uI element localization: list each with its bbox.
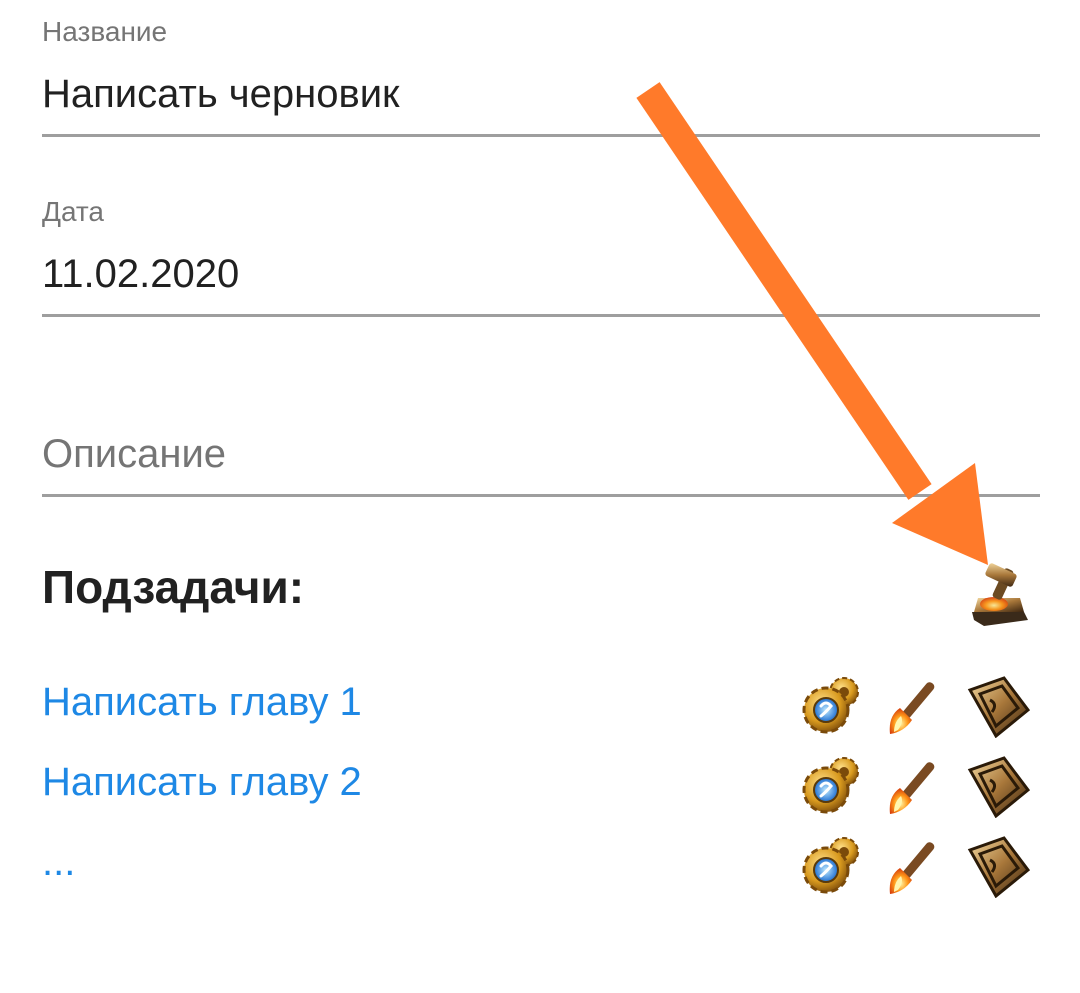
subtask-row-1: Написать главу 1 (42, 670, 1042, 742)
date-input[interactable]: 11.02.2020 (42, 252, 239, 297)
description-input[interactable]: Описание (42, 432, 226, 477)
anvil-hammer-icon (972, 563, 1028, 626)
subtask-link-2[interactable]: Написать главу 2 (42, 760, 362, 805)
brush-icon[interactable] (884, 674, 948, 738)
gear-icon[interactable] (800, 674, 864, 738)
gear-icon[interactable] (800, 754, 864, 818)
arrow-icon[interactable] (966, 834, 1030, 898)
subtask-actions (800, 750, 1036, 822)
date-underline (42, 314, 1040, 317)
subtask-link-1[interactable]: Написать главу 1 (42, 680, 362, 725)
arrow-icon[interactable] (966, 674, 1030, 738)
gear-icon[interactable] (800, 834, 864, 898)
arrow-icon[interactable] (966, 754, 1030, 818)
subtask-row-3: ... (42, 830, 1042, 902)
brush-icon[interactable] (884, 834, 948, 898)
description-field[interactable]: Описание (42, 380, 1040, 500)
subtask-actions (800, 830, 1036, 902)
date-field[interactable]: Дата 11.02.2020 (42, 180, 1040, 320)
description-underline (42, 494, 1040, 497)
subtasks-heading: Подзадачи: (42, 561, 305, 613)
subtask-row-2: Написать главу 2 (42, 750, 1042, 822)
title-label: Название (42, 16, 168, 47)
date-label: Дата (42, 196, 105, 227)
title-input[interactable]: Написать черновик (42, 72, 400, 117)
title-field[interactable]: Название Написать черновик (42, 0, 1040, 140)
subtask-actions (800, 670, 1036, 742)
brush-icon[interactable] (884, 754, 948, 818)
title-underline (42, 134, 1040, 137)
subtask-link-3[interactable]: ... (42, 840, 75, 885)
add-subtask-button[interactable] (964, 560, 1036, 632)
